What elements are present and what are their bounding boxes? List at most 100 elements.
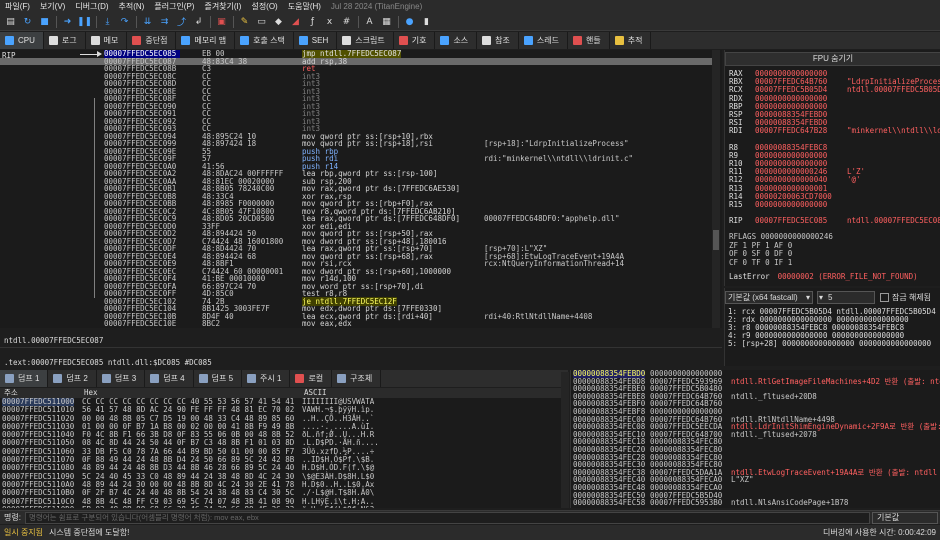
- dump-tab-5[interactable]: 주시 1: [242, 370, 291, 387]
- comments-icon[interactable]: ▭: [255, 15, 268, 28]
- lasterror-value: 00000002 (ERROR_FILE_NOT_FOUND): [777, 272, 918, 282]
- scylla-icon[interactable]: ▣: [215, 15, 228, 28]
- font-icon[interactable]: A: [363, 15, 376, 28]
- dump-view[interactable]: 00007FFEDC511000 CC CC CC CC CC CC CC CC …: [0, 398, 568, 508]
- disassembly-scrollbar[interactable]: [712, 50, 720, 328]
- open-file-icon[interactable]: ▤: [4, 15, 17, 28]
- flags-row[interactable]: CF 0 TF 0 IF 1: [729, 258, 792, 267]
- menu-item[interactable]: 도움말(H): [283, 1, 326, 12]
- dump-tab-label: 덤프 1: [18, 374, 40, 383]
- register-row[interactable]: RDI 00007FFEDC647B28 "minkernel\\ntdll\\ld…: [729, 127, 940, 135]
- tab-5[interactable]: 호출 스택: [235, 32, 294, 49]
- tab-11[interactable]: 스레드: [519, 32, 568, 49]
- lasterror-row[interactable]: LastError 00000002 (ERROR_FILE_NOT_FOUND): [729, 273, 918, 281]
- stack-row[interactable]: 00000088354FEC58 00007FFEDC5953B0 ntdll.Nl…: [571, 499, 940, 507]
- menu-item[interactable]: 추적(N): [114, 1, 150, 12]
- register-row[interactable]: R15 0000000000000000: [729, 201, 847, 209]
- hash-icon[interactable]: #: [340, 15, 353, 28]
- tab-icon: [482, 36, 492, 45]
- dump-tab-6[interactable]: 로컬: [290, 370, 333, 387]
- tab-icon: [440, 36, 450, 45]
- restart-icon[interactable]: ↻: [21, 15, 34, 28]
- execute-till-return-icon[interactable]: ⤴: [175, 15, 188, 28]
- tab-10[interactable]: 참조: [477, 32, 519, 49]
- tab-icon: [240, 36, 250, 45]
- dump-tab-4[interactable]: 덤프 5: [194, 370, 243, 387]
- tab-3[interactable]: 중단점: [127, 32, 177, 49]
- dump-tab-label: 주시 1: [260, 374, 282, 383]
- dump-tab-1[interactable]: 덤프 2: [48, 370, 97, 387]
- disasm-instruction: add rsp,38: [302, 57, 482, 66]
- stack-view[interactable]: 00000088354FEBD0 0000000000000000 00000088…: [570, 370, 940, 508]
- dump-header-hex[interactable]: Hex: [84, 388, 98, 398]
- calling-convention-value: 기본값 (x64 fastcall): [728, 292, 798, 302]
- pause-icon[interactable]: ❚❚: [77, 15, 92, 28]
- dump-tab-7[interactable]: 구조체: [332, 370, 382, 387]
- command-mode-select[interactable]: 기본값: [872, 511, 938, 524]
- menu-item[interactable]: 보기(V): [35, 1, 70, 12]
- close-icon[interactable]: ■: [38, 15, 51, 28]
- toolbar-separator: [210, 15, 211, 28]
- tab-6[interactable]: SEH: [294, 32, 338, 49]
- disasm-comment: [rsp+68]:EtwLogTraceEvent+19A4A: [484, 252, 624, 260]
- preferences-icon[interactable]: ▦: [380, 15, 393, 28]
- tab-icon: [573, 36, 582, 45]
- run-icon[interactable]: ➜: [61, 15, 74, 28]
- disasm-row[interactable]: 00007FFEDC5EC110 83E0 3F and eax,3F: [0, 327, 712, 328]
- labels-icon[interactable]: ◆: [272, 15, 285, 28]
- tab-icon: [48, 36, 58, 45]
- calling-convention-select[interactable]: 기본값 (x64 fastcall) ▾: [725, 290, 813, 304]
- dump-tab-icon: [53, 374, 63, 383]
- register-row[interactable]: RIP 00007FFEDC5EC085 ntdll.00007FFEDC5EC08…: [729, 217, 940, 225]
- tab-7[interactable]: 스크립트: [337, 32, 394, 49]
- lock-label: 잠금 해제됨: [892, 292, 932, 302]
- tab-8[interactable]: 기호: [394, 32, 436, 49]
- argument-count-spinbox[interactable]: ▾ 5: [817, 290, 875, 304]
- patch-icon[interactable]: ✎: [238, 15, 251, 28]
- bookmarks-icon[interactable]: ◢: [289, 15, 302, 28]
- step-over-icon[interactable]: ↷: [118, 15, 131, 28]
- argument-row[interactable]: 5: [rsp+28] 0000000000000000 00000000000…: [728, 340, 931, 348]
- debug-state-label: 일시 중지됨: [4, 528, 44, 537]
- tab-13[interactable]: 추적: [610, 32, 652, 49]
- tab-icon: [298, 36, 308, 45]
- variables-icon[interactable]: x: [323, 15, 336, 28]
- tab-label: 추적: [627, 36, 643, 45]
- help-icon[interactable]: ●: [403, 15, 416, 28]
- step-into-icon[interactable]: ⤓: [101, 15, 114, 28]
- stack-comment: ntdll._fltused+20D8: [731, 391, 817, 401]
- dump-header-ascii[interactable]: ASCII: [304, 388, 327, 398]
- menu-item[interactable]: 디버그(D): [70, 1, 113, 12]
- tab-label: 로그: [61, 36, 77, 45]
- dump-tab-label: 덤프 4: [163, 374, 185, 383]
- functions-icon[interactable]: ƒ: [306, 15, 319, 28]
- run-to-user-code-icon[interactable]: ↲: [192, 15, 205, 28]
- dump-header-address[interactable]: 주소: [4, 388, 18, 398]
- tab-4[interactable]: 메모리 맵: [176, 32, 236, 49]
- disasm-instruction: int3: [302, 117, 482, 126]
- trace-over-icon[interactable]: ⇉: [158, 15, 171, 28]
- lock-checkbox[interactable]: [880, 292, 889, 302]
- tab-2[interactable]: 메모: [86, 32, 128, 49]
- calculator-icon[interactable]: ▮: [420, 15, 433, 28]
- menu-item[interactable]: 설정(O): [246, 1, 282, 12]
- dump-tab-2[interactable]: 덤프 3: [97, 370, 146, 387]
- menu-item[interactable]: 플러그인(P): [149, 1, 199, 12]
- fpu-toggle-button[interactable]: FPU 숨기기: [725, 52, 940, 66]
- dump-scrollbar[interactable]: [561, 372, 569, 508]
- tab-label: 중단점: [145, 36, 168, 45]
- menu-item[interactable]: 즐겨찾기(I): [199, 1, 246, 12]
- dump-row[interactable]: 00007FFEDC5110D0 EB 03 48 8B 88 C8 66 28 …: [0, 505, 568, 508]
- stack-comment: ntdll.RtlGetImageFileMachines+4D2 반환 (출발…: [731, 376, 940, 386]
- tab-9[interactable]: 소스: [435, 32, 478, 49]
- tab-1[interactable]: 로그: [44, 32, 86, 49]
- menu-item[interactable]: 파일(F): [0, 1, 35, 12]
- dump-tab-3[interactable]: 덤프 4: [145, 370, 194, 387]
- command-input[interactable]: 명령어는 쉼표로 구분되어 있습니다(어셈블리 명령어 처럼): mov eax…: [24, 511, 870, 524]
- disassembly-view[interactable]: RIP 00007FFEDC5EC085 EB 00 jmp ntdll.7FFED…: [0, 50, 722, 328]
- trace-into-icon[interactable]: ⇊: [141, 15, 154, 28]
- tab-12[interactable]: 핸들: [568, 32, 610, 49]
- toolbar-separator: [358, 15, 359, 28]
- dump-tab-0[interactable]: 덤프 1: [0, 370, 49, 387]
- tab-0[interactable]: CPU: [0, 32, 44, 49]
